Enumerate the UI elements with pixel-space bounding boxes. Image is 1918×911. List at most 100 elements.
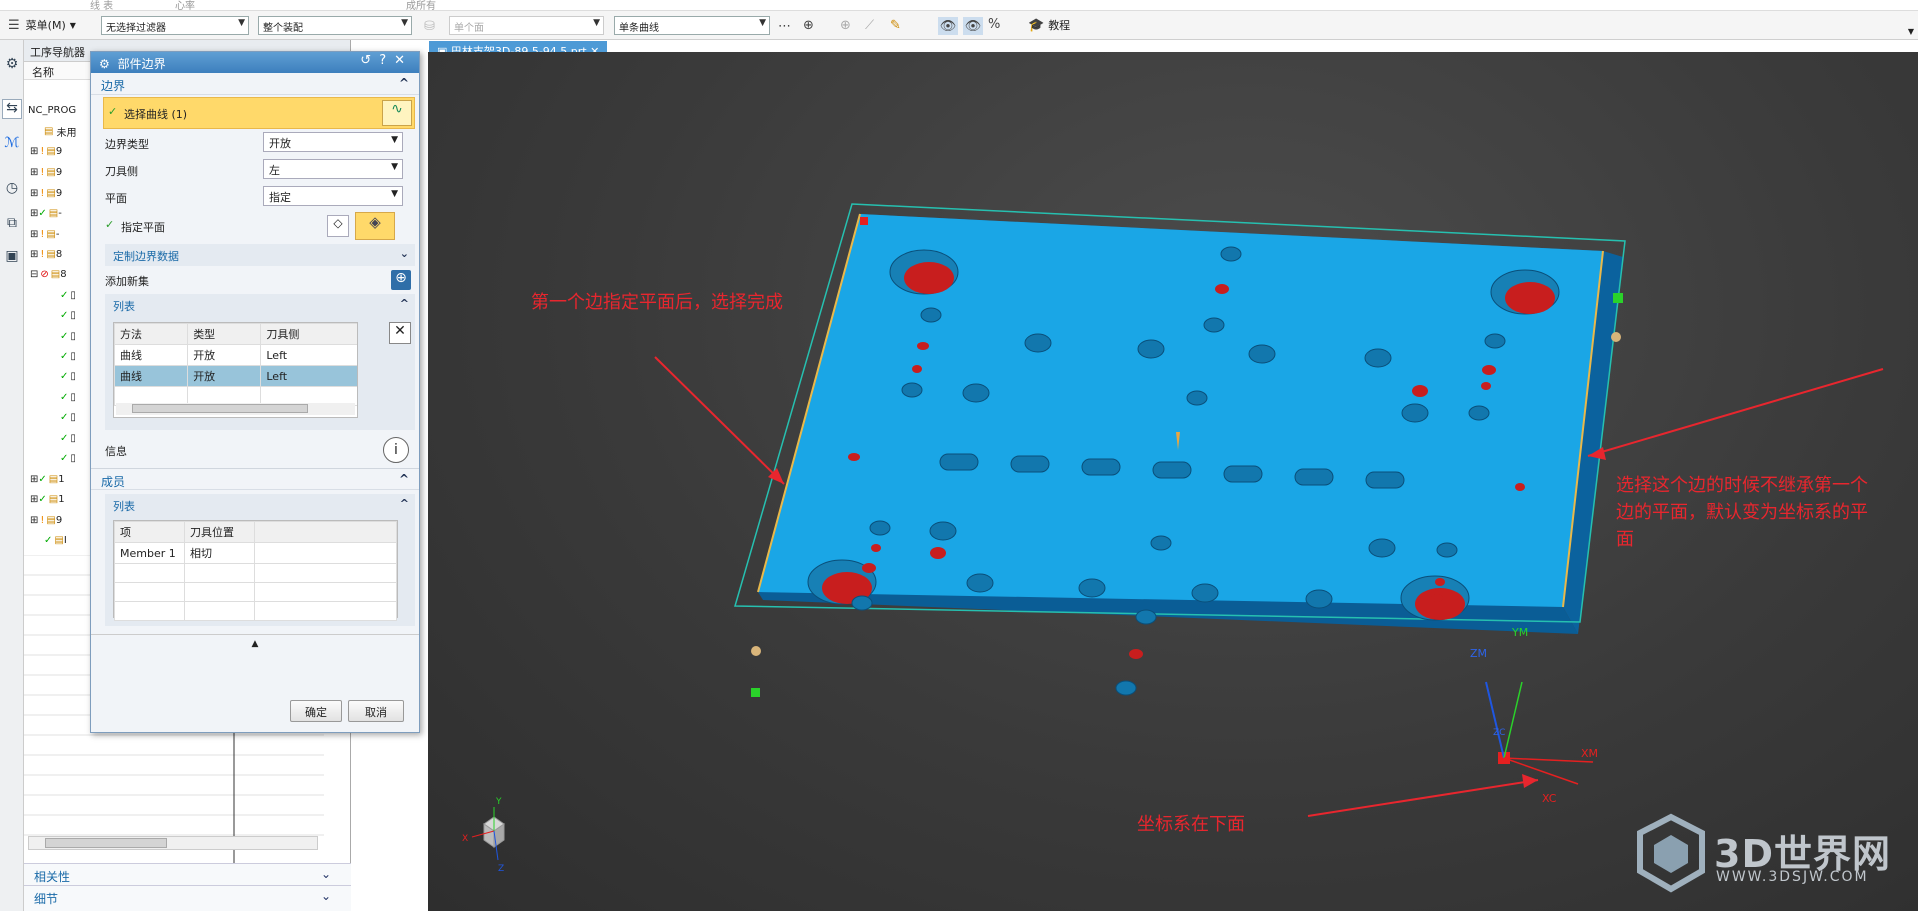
paint-icon[interactable]: ✎ — [890, 18, 901, 33]
menu-button[interactable]: ☰ 菜单(M) ▼ — [8, 15, 76, 35]
members-list: 项刀具位置 Member 1 相切 — [113, 520, 398, 621]
tree-node[interactable]: ⊞ ! ▤ 9 — [30, 510, 90, 530]
members-table: 项刀具位置 Member 1 相切 — [114, 521, 397, 621]
reset-icon[interactable]: ↺ — [360, 53, 379, 68]
plane-dialog-icon[interactable]: ◇ — [327, 215, 349, 237]
tree-node[interactable]: ⊞ ✓ ▤ 1 — [30, 489, 90, 509]
line-snap-icon[interactable]: ⟋ — [865, 18, 874, 33]
members-group-label: 成员 — [101, 475, 126, 489]
col-method[interactable]: 方法 — [114, 323, 189, 345]
ribbon-text-left: 线 表 — [90, 1, 114, 11]
col-tool-side[interactable]: 刀具侧 — [260, 323, 357, 345]
table-row-selected[interactable]: 曲线 开放 Left — [114, 365, 357, 387]
tree-node-label: 8 — [60, 268, 67, 280]
face-rule-select[interactable]: 单个面 ▼ — [449, 16, 604, 35]
ok-button[interactable]: 确定 — [290, 700, 342, 722]
members-group-header[interactable]: 成员 ^ — [91, 468, 419, 490]
tree-node[interactable]: ⊟ ⊘ ▤ 8 — [30, 264, 90, 284]
collapse-toggle[interactable]: ▲ — [91, 634, 419, 654]
nav-root-label: NC_PROG — [28, 104, 77, 116]
list-scrollbar[interactable] — [116, 403, 355, 415]
warning-icon: ! — [40, 166, 45, 178]
wcs-eye-icon[interactable]: 👁 — [963, 17, 983, 35]
plane-inferred-icon[interactable]: ◈ — [355, 212, 395, 240]
col-item[interactable]: 项 — [114, 521, 185, 543]
annotation-text-1: 第一个边指定平面后，选择完成 — [531, 292, 783, 313]
program-icon: ▤ — [48, 207, 59, 219]
table-row[interactable]: 曲线 开放 Left — [114, 344, 357, 366]
list-group-header[interactable]: 列表 ^ — [105, 294, 415, 316]
custom-boundary-data-header[interactable]: 定制边界数据 ⌄ — [105, 244, 415, 266]
close-icon[interactable]: ✕ — [394, 53, 413, 68]
tree-node[interactable]: ⊞ ! ▤ 9 — [30, 162, 90, 182]
tree-node[interactable]: ⊞ ! ▤ - — [30, 224, 90, 244]
tool-side-select[interactable]: 左 ▼ — [263, 159, 403, 179]
add-set-icon[interactable]: ⊕ — [391, 270, 411, 290]
tutorial-button[interactable]: 🎓 教程 — [1028, 15, 1070, 35]
curve-icon[interactable]: ∿ — [382, 100, 412, 126]
members-list-header[interactable]: 列表 ^ — [105, 494, 415, 516]
ym-axis — [1503, 681, 1523, 759]
delete-icon[interactable]: ✕ — [389, 322, 411, 344]
direction-handle[interactable] — [1611, 332, 1621, 342]
select-curve-label: 选择曲线 (1) — [124, 108, 188, 121]
horizontal-scrollbar[interactable] — [28, 836, 318, 850]
graphics-window[interactable]: ZM YM XM XC ZC Y X Z 第一个边指定平面后，选择完成 选择这个… — [428, 52, 1918, 911]
type-filter-select[interactable]: 无选择过滤器 ▼ — [101, 16, 249, 35]
watermark: 3D世界网 WWW.3DSJW.COM — [1636, 813, 1896, 893]
crosshair-icon[interactable]: ⊕ — [840, 18, 851, 33]
operation-navigator-icon[interactable]: ⇆ — [2, 99, 22, 119]
boundary-group-header[interactable]: 边界 ^ — [91, 73, 419, 95]
curve-rule-select[interactable]: 单条曲线 ▼ — [614, 16, 770, 35]
col-type[interactable]: 类型 — [187, 323, 262, 345]
table-row[interactable]: Member 1 相切 — [114, 542, 397, 564]
mcs-eye-icon[interactable]: 👁 — [938, 17, 958, 35]
more-icon[interactable]: ⋯ — [778, 19, 791, 34]
direction-handle[interactable] — [751, 646, 761, 656]
annotation-arrow-3 — [1307, 779, 1539, 817]
boundary-type-select[interactable]: 开放 ▼ — [263, 132, 403, 152]
history-icon[interactable]: ◷ — [2, 180, 22, 200]
cancel-button[interactable]: 取消 — [348, 700, 404, 722]
scroll-thumb[interactable] — [45, 838, 167, 848]
roles-icon[interactable]: ▣ — [2, 248, 22, 268]
plane-select[interactable]: 指定 ▼ — [263, 186, 403, 206]
chevron-down-icon[interactable]: ▼ — [1908, 27, 1914, 36]
cell — [114, 582, 185, 602]
tree-node-label: 9 — [55, 145, 63, 157]
help-icon[interactable]: ? — [379, 53, 394, 68]
scroll-thumb[interactable] — [132, 404, 308, 413]
tree-node[interactable]: ⊞ ✓ ▤ - — [30, 203, 90, 223]
tree-node[interactable]: ⊞ ! ▤ 9 — [30, 141, 90, 161]
machine-tool-icon[interactable]: ℳ — [2, 135, 22, 155]
chevron-down-icon: ▼ — [391, 135, 398, 145]
cell: 开放 — [187, 344, 262, 366]
filter-icon[interactable]: ⛁ — [424, 19, 435, 34]
cell: Member 1 — [114, 542, 185, 564]
cube-logo-icon — [1637, 813, 1705, 893]
details-section[interactable]: 细节 ⌄ — [24, 885, 351, 907]
chevron-up-icon: ^ — [399, 497, 409, 510]
program-icon: ▤ — [48, 493, 59, 505]
cell: 相切 — [184, 542, 255, 564]
select-curve-row[interactable]: ✓ 选择曲线 (1) ∿ — [103, 97, 415, 129]
assembly-filter-select[interactable]: 整个装配 ▼ — [258, 16, 412, 35]
part-nav-icon[interactable]: ⧉ — [2, 215, 22, 235]
assembly-filter-value: 整个装配 — [263, 23, 303, 34]
gear-icon[interactable]: ⚙ — [2, 56, 22, 76]
col-tool-position[interactable]: 刀具位置 — [184, 521, 255, 543]
cell — [184, 582, 255, 602]
selection-toolbar: ☰ 菜单(M) ▼ 无选择过滤器 ▼ 整个装配 ▼ ⛁ 单个面 ▼ 单条曲线 ▼ ⋯ ⊕… — [0, 11, 1918, 40]
info-icon[interactable]: i — [383, 437, 409, 463]
nav-root[interactable]: NC_PROG — [28, 100, 88, 120]
tree-node[interactable]: ⊞ ! ▤ 8 — [30, 244, 90, 264]
hide-percent-icon[interactable]: % — [988, 17, 1000, 32]
tree-node[interactable]: ⊞ ✓ ▤ 1 — [30, 469, 90, 489]
snap-point-icon[interactable]: ⊕ — [803, 18, 814, 33]
type-filter-value: 无选择过滤器 — [106, 23, 166, 34]
program-icon: ▤ — [54, 534, 64, 546]
view-triad[interactable]: Y X Z — [462, 797, 505, 874]
boundary-list: 方法 类型 刀具侧 曲线 开放 Left 曲线 开放 Left — [113, 322, 358, 418]
tree-node[interactable]: ⊞ ! ▤ 9 — [30, 183, 90, 203]
dependencies-section[interactable]: 相关性 ⌄ — [24, 863, 351, 885]
